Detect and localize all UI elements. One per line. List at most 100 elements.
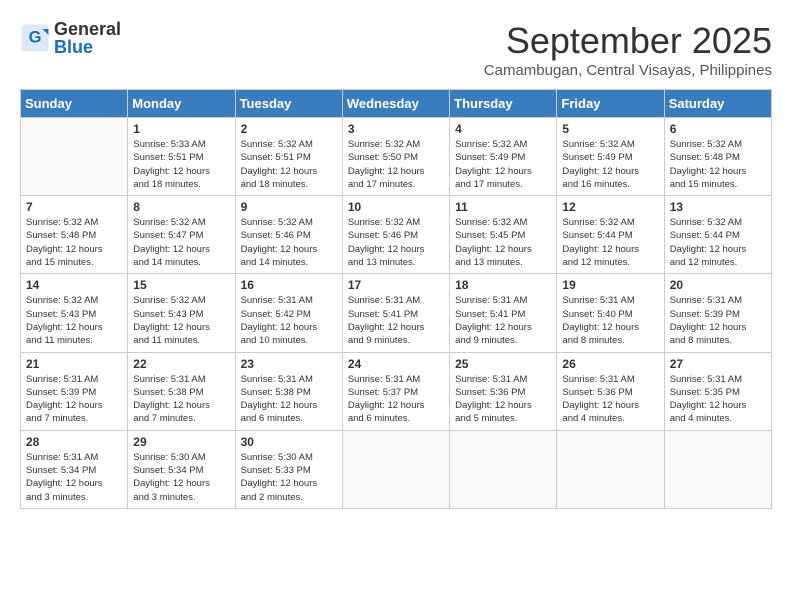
calendar-cell: 1 Sunrise: 5:33 AM Sunset: 5:51 PM Daylig… [128,118,235,196]
day-info: Sunrise: 5:31 AM Sunset: 5:40 PM Dayligh… [562,294,658,347]
day-info: Sunrise: 5:31 AM Sunset: 5:38 PM Dayligh… [133,373,229,426]
day-info: Sunrise: 5:31 AM Sunset: 5:35 PM Dayligh… [670,373,766,426]
day-number: 20 [670,278,766,292]
day-info: Sunrise: 5:32 AM Sunset: 5:43 PM Dayligh… [26,294,122,347]
day-info: Sunrise: 5:32 AM Sunset: 5:48 PM Dayligh… [670,138,766,191]
day-number: 6 [670,122,766,136]
weekday-header: Monday [128,90,235,118]
calendar-cell: 18 Sunrise: 5:31 AM Sunset: 5:41 PM Dayli… [450,274,557,352]
calendar-cell: 30 Sunrise: 5:30 AM Sunset: 5:33 PM Dayli… [235,430,342,508]
day-number: 15 [133,278,229,292]
day-info: Sunrise: 5:32 AM Sunset: 5:47 PM Dayligh… [133,216,229,269]
day-info: Sunrise: 5:31 AM Sunset: 5:42 PM Dayligh… [241,294,337,347]
day-info: Sunrise: 5:32 AM Sunset: 5:49 PM Dayligh… [562,138,658,191]
day-number: 12 [562,200,658,214]
day-number: 4 [455,122,551,136]
day-number: 18 [455,278,551,292]
calendar-week-row: 28 Sunrise: 5:31 AM Sunset: 5:34 PM Dayli… [21,430,772,508]
day-number: 19 [562,278,658,292]
calendar-cell: 7 Sunrise: 5:32 AM Sunset: 5:48 PM Daylig… [21,196,128,274]
day-info: Sunrise: 5:32 AM Sunset: 5:49 PM Dayligh… [455,138,551,191]
calendar-cell: 21 Sunrise: 5:31 AM Sunset: 5:39 PM Dayli… [21,352,128,430]
day-number: 13 [670,200,766,214]
day-number: 26 [562,357,658,371]
calendar-cell: 17 Sunrise: 5:31 AM Sunset: 5:41 PM Dayli… [342,274,449,352]
day-number: 21 [26,357,122,371]
day-number: 11 [455,200,551,214]
day-info: Sunrise: 5:32 AM Sunset: 5:48 PM Dayligh… [26,216,122,269]
day-number: 14 [26,278,122,292]
calendar-cell: 20Sunrise: 5:31 AM Sunset: 5:39 PM Dayli… [664,274,771,352]
day-number: 3 [348,122,444,136]
calendar-cell: 10Sunrise: 5:32 AM Sunset: 5:46 PM Dayli… [342,196,449,274]
calendar-week-row: 14 Sunrise: 5:32 AM Sunset: 5:43 PM Dayli… [21,274,772,352]
day-number: 1 [133,122,229,136]
day-number: 27 [670,357,766,371]
day-number: 17 [348,278,444,292]
day-info: Sunrise: 5:30 AM Sunset: 5:34 PM Dayligh… [133,451,229,504]
weekday-header: Friday [557,90,664,118]
calendar-cell: 15 Sunrise: 5:32 AM Sunset: 5:43 PM Dayli… [128,274,235,352]
day-info: Sunrise: 5:32 AM Sunset: 5:44 PM Dayligh… [562,216,658,269]
calendar-cell: 9Sunrise: 5:32 AM Sunset: 5:46 PM Daylig… [235,196,342,274]
day-number: 29 [133,435,229,449]
day-info: Sunrise: 5:31 AM Sunset: 5:37 PM Dayligh… [348,373,444,426]
calendar-cell [664,430,771,508]
day-number: 25 [455,357,551,371]
weekday-header: Wednesday [342,90,449,118]
calendar-cell: 4 Sunrise: 5:32 AM Sunset: 5:49 PM Daylig… [450,118,557,196]
day-number: 5 [562,122,658,136]
calendar-cell: 27 Sunrise: 5:31 AM Sunset: 5:35 PM Dayli… [664,352,771,430]
day-info: Sunrise: 5:31 AM Sunset: 5:34 PM Dayligh… [26,451,122,504]
weekday-header: Sunday [21,90,128,118]
day-number: 30 [241,435,337,449]
weekday-header: Thursday [450,90,557,118]
title-section: September 2025 Camambugan, Central Visay… [484,20,772,79]
calendar-header-row: SundayMondayTuesdayWednesdayThursdayFrid… [21,90,772,118]
calendar-cell: 3 Sunrise: 5:32 AM Sunset: 5:50 PM Daylig… [342,118,449,196]
month-title: September 2025 [484,20,772,62]
calendar-cell: 13 Sunrise: 5:32 AM Sunset: 5:44 PM Dayli… [664,196,771,274]
weekday-header: Saturday [664,90,771,118]
day-info: Sunrise: 5:31 AM Sunset: 5:36 PM Dayligh… [455,373,551,426]
calendar-cell [450,430,557,508]
calendar-cell [557,430,664,508]
calendar-cell: 6 Sunrise: 5:32 AM Sunset: 5:48 PM Daylig… [664,118,771,196]
calendar-cell: 28 Sunrise: 5:31 AM Sunset: 5:34 PM Dayli… [21,430,128,508]
day-info: Sunrise: 5:32 AM Sunset: 5:50 PM Dayligh… [348,138,444,191]
day-number: 2 [241,122,337,136]
calendar-cell: 29 Sunrise: 5:30 AM Sunset: 5:34 PM Dayli… [128,430,235,508]
day-info: Sunrise: 5:33 AM Sunset: 5:51 PM Dayligh… [133,138,229,191]
logo-icon: G [20,23,50,53]
day-info: Sunrise: 5:31 AM Sunset: 5:39 PM Dayligh… [26,373,122,426]
day-info: Sunrise: 5:32 AM Sunset: 5:46 PM Dayligh… [241,216,337,269]
logo-blue: Blue [54,38,121,56]
day-number: 7 [26,200,122,214]
weekday-header: Tuesday [235,90,342,118]
calendar-cell: 22Sunrise: 5:31 AM Sunset: 5:38 PM Dayli… [128,352,235,430]
calendar-cell: 11 Sunrise: 5:32 AM Sunset: 5:45 PM Dayli… [450,196,557,274]
calendar: SundayMondayTuesdayWednesdayThursdayFrid… [20,89,772,509]
day-info: Sunrise: 5:32 AM Sunset: 5:43 PM Dayligh… [133,294,229,347]
day-number: 23 [241,357,337,371]
calendar-cell: 5 Sunrise: 5:32 AM Sunset: 5:49 PM Daylig… [557,118,664,196]
day-info: Sunrise: 5:32 AM Sunset: 5:44 PM Dayligh… [670,216,766,269]
calendar-cell: 19 Sunrise: 5:31 AM Sunset: 5:40 PM Dayli… [557,274,664,352]
logo-general: General [54,20,121,38]
logo: G General Blue [20,20,121,56]
calendar-cell: 25 Sunrise: 5:31 AM Sunset: 5:36 PM Dayli… [450,352,557,430]
subtitle: Camambugan, Central Visayas, Philippines [484,62,772,79]
svg-text:G: G [29,29,42,47]
day-info: Sunrise: 5:31 AM Sunset: 5:41 PM Dayligh… [348,294,444,347]
calendar-cell: 23Sunrise: 5:31 AM Sunset: 5:38 PM Dayli… [235,352,342,430]
calendar-cell: 24Sunrise: 5:31 AM Sunset: 5:37 PM Dayli… [342,352,449,430]
calendar-week-row: 1 Sunrise: 5:33 AM Sunset: 5:51 PM Daylig… [21,118,772,196]
day-info: Sunrise: 5:30 AM Sunset: 5:33 PM Dayligh… [241,451,337,504]
day-info: Sunrise: 5:32 AM Sunset: 5:45 PM Dayligh… [455,216,551,269]
calendar-cell: 8Sunrise: 5:32 AM Sunset: 5:47 PM Daylig… [128,196,235,274]
day-number: 28 [26,435,122,449]
calendar-cell: 2Sunrise: 5:32 AM Sunset: 5:51 PM Daylig… [235,118,342,196]
day-info: Sunrise: 5:31 AM Sunset: 5:41 PM Dayligh… [455,294,551,347]
day-number: 16 [241,278,337,292]
calendar-week-row: 7 Sunrise: 5:32 AM Sunset: 5:48 PM Daylig… [21,196,772,274]
